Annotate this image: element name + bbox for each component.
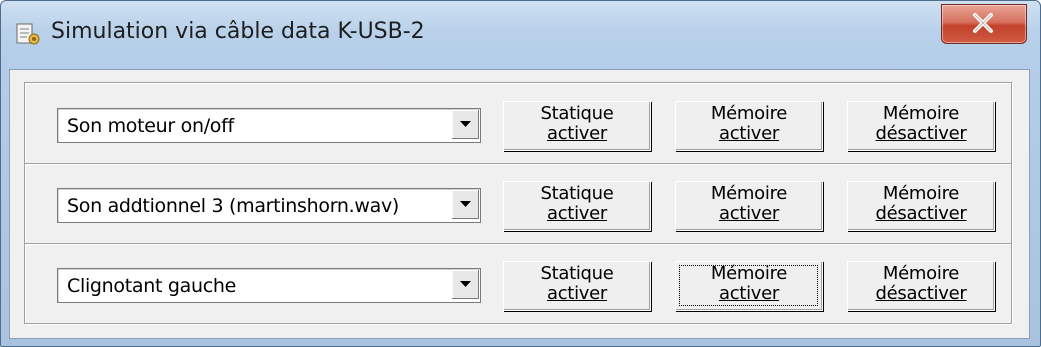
simulation-row-1: Son moteur on/off Statique activer Mémoi… xyxy=(25,83,1011,163)
simulation-row-3: Clignotant gauche Statique activer Mémoi… xyxy=(25,243,1011,323)
dialog-client-area: Son moteur on/off Statique activer Mémoi… xyxy=(9,69,1030,339)
close-icon xyxy=(973,13,993,33)
function-select-1[interactable]: Son moteur on/off xyxy=(57,108,481,143)
statique-activer-button[interactable]: Statique activer xyxy=(503,261,651,311)
dropdown-button[interactable] xyxy=(451,270,479,299)
button-label-line2: activer xyxy=(718,203,779,224)
button-label-line2: désactiver xyxy=(875,203,967,224)
button-label-line2: activer xyxy=(718,123,779,144)
dropdown-button[interactable] xyxy=(451,110,479,139)
chevron-down-icon xyxy=(460,201,471,207)
memoire-desactiver-button[interactable]: Mémoire désactiver xyxy=(847,181,995,231)
statique-activer-button[interactable]: Statique activer xyxy=(503,181,651,231)
button-label-line1: Statique xyxy=(540,103,614,124)
statique-activer-button[interactable]: Statique activer xyxy=(503,101,651,151)
button-label-line2: désactiver xyxy=(875,283,967,304)
button-label-line1: Mémoire xyxy=(882,183,960,204)
memoire-desactiver-button[interactable]: Mémoire désactiver xyxy=(847,261,995,311)
title-bar[interactable]: Simulation via câble data K-USB-2 xyxy=(1,1,1040,69)
window-title: Simulation via câble data K-USB-2 xyxy=(51,19,425,44)
function-select-3[interactable]: Clignotant gauche xyxy=(57,268,481,303)
memoire-activer-button[interactable]: Mémoire activer xyxy=(675,181,823,231)
simulation-group: Son moteur on/off Statique activer Mémoi… xyxy=(24,82,1012,324)
button-label-line2: activer xyxy=(546,203,607,224)
memoire-desactiver-button[interactable]: Mémoire désactiver xyxy=(847,101,995,151)
button-label-line1: Mémoire xyxy=(882,103,960,124)
function-select-value: Son moteur on/off xyxy=(67,115,234,137)
button-label-line1: Statique xyxy=(540,263,614,284)
button-label-line2: désactiver xyxy=(875,123,967,144)
button-label-line1: Mémoire xyxy=(710,103,788,124)
chevron-down-icon xyxy=(460,281,471,287)
button-label-line1: Mémoire xyxy=(710,263,788,284)
button-label-line2: activer xyxy=(546,123,607,144)
button-label-line1: Mémoire xyxy=(882,263,960,284)
close-button[interactable] xyxy=(941,4,1027,44)
button-label-line1: Statique xyxy=(540,183,614,204)
dropdown-button[interactable] xyxy=(451,190,479,219)
app-window: Simulation via câble data K-USB-2 Son mo… xyxy=(0,0,1041,347)
button-label-line2: activer xyxy=(718,283,779,304)
memoire-activer-button[interactable]: Mémoire activer xyxy=(675,101,823,151)
button-label-line2: activer xyxy=(546,283,607,304)
memoire-activer-button-focused[interactable]: Mémoire activer xyxy=(675,261,823,311)
button-label-line1: Mémoire xyxy=(710,183,788,204)
function-select-2[interactable]: Son addtionnel 3 (martinshorn.wav) xyxy=(57,188,481,223)
function-select-value: Son addtionnel 3 (martinshorn.wav) xyxy=(67,195,400,217)
function-select-value: Clignotant gauche xyxy=(67,275,236,297)
app-icon[interactable] xyxy=(15,21,41,47)
simulation-row-2: Son addtionnel 3 (martinshorn.wav) Stati… xyxy=(25,163,1011,243)
chevron-down-icon xyxy=(460,121,471,127)
